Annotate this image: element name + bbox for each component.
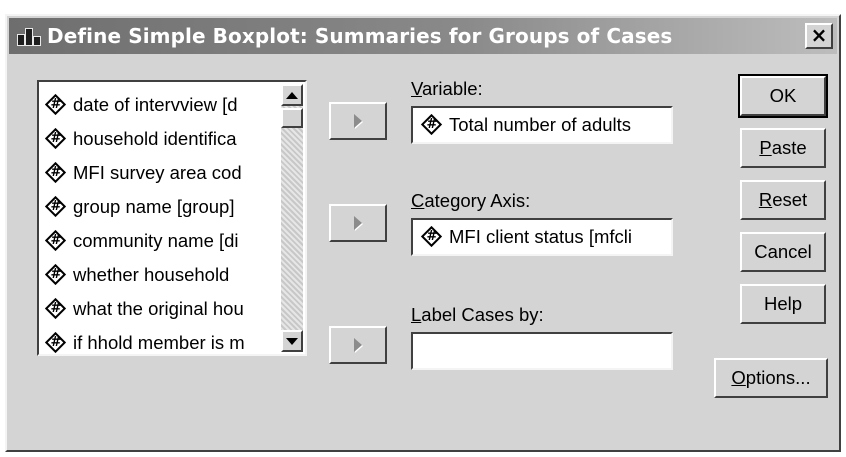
paste-mnemonic: P [759,137,772,158]
boxplot-dialog: Define Simple Boxplot: Summaries for Gro… [5,14,841,452]
window-title: Define Simple Boxplot: Summaries for Gro… [47,24,673,48]
help-label: Help [763,293,803,314]
arrow-right-icon [354,338,362,352]
arrow-down-icon [286,337,298,345]
help-button[interactable]: Help [740,284,826,324]
cancel-label: Cancel [754,241,812,262]
options-label: ptions... [745,367,811,388]
paste-label: aste [771,137,807,158]
numeric-variable-icon: # [45,93,67,116]
list-scrollbar[interactable] [281,84,303,352]
source-variable-list[interactable]: # date of intervview [d # household identif… [37,80,307,356]
options-button[interactable]: Options... [714,358,828,398]
close-icon: × [810,23,828,47]
variable-list-items: # date of intervview [d # household identif… [45,88,279,354]
numeric-variable-icon: # [420,113,443,136]
variable-list-item[interactable]: # group name [group] [45,190,279,224]
cancel-button[interactable]: Cancel [740,232,826,272]
reset-label: eset [772,189,808,210]
variable-list-item[interactable]: # date of intervview [d [45,88,279,122]
numeric-variable-icon: # [45,297,67,320]
variable-list-item[interactable]: # MFI survey area cod [45,156,279,190]
variable-list-item-label: if hhold member is m [73,332,245,353]
numeric-variable-icon: # [420,225,443,248]
variable-list-item-label: household identifica [73,128,237,149]
variable-list-item[interactable]: # if hhold member is m [45,326,279,354]
category-axis-label: Category Axis: [411,190,531,211]
options-mnemonic: O [731,367,746,388]
paste-button[interactable]: Paste [740,128,826,168]
numeric-variable-icon: # [45,263,67,286]
numeric-variable-icon: # [45,161,67,184]
arrow-up-icon [286,91,298,99]
title-bar[interactable]: Define Simple Boxplot: Summaries for Gro… [9,18,837,54]
variable-list-item[interactable]: # household identifica [45,122,279,156]
variable-label: Variable: [411,78,483,99]
reset-mnemonic: R [758,189,773,210]
numeric-variable-icon: # [45,229,67,252]
variable-list-item-label: what the original hou [73,298,244,319]
variable-list-item[interactable]: # what the original hou [45,292,279,326]
variable-list-item-label: community name [di [73,230,239,251]
label-cases-field[interactable] [411,332,673,370]
scroll-up-button[interactable] [281,84,303,106]
arrow-right-icon [354,114,362,128]
ok-button-label: OK [769,85,797,106]
numeric-variable-icon: # [45,127,67,150]
move-to-category-axis-button[interactable] [329,204,387,242]
category-axis-field[interactable]: # MFI client status [mfcli [411,218,673,256]
variable-list-item-label: group name [group] [73,196,235,217]
move-to-variable-button[interactable] [329,102,387,140]
chart-app-icon [15,23,43,49]
numeric-variable-icon: # [45,331,67,354]
variable-list-item-label: whether household [73,264,230,285]
scroll-down-button[interactable] [281,330,303,352]
scroll-thumb[interactable] [281,108,303,128]
category-axis-field-value: MFI client status [mfcli [449,226,632,247]
arrow-right-icon [354,216,362,230]
variable-list-item-label: MFI survey area cod [73,162,242,183]
variable-field[interactable]: # Total number of adults [411,106,673,144]
variable-list-item-label: date of intervview [d [73,94,238,115]
move-to-label-cases-button[interactable] [329,326,387,364]
numeric-variable-icon: # [45,195,67,218]
variable-list-item[interactable]: # whether household [45,258,279,292]
variable-field-value: Total number of adults [449,114,632,135]
reset-button[interactable]: Reset [740,180,826,220]
close-button[interactable]: × [805,23,833,49]
ok-button[interactable]: OK [738,74,828,118]
variable-list-item[interactable]: # community name [di [45,224,279,258]
label-cases-label: Label Cases by: [411,304,544,325]
